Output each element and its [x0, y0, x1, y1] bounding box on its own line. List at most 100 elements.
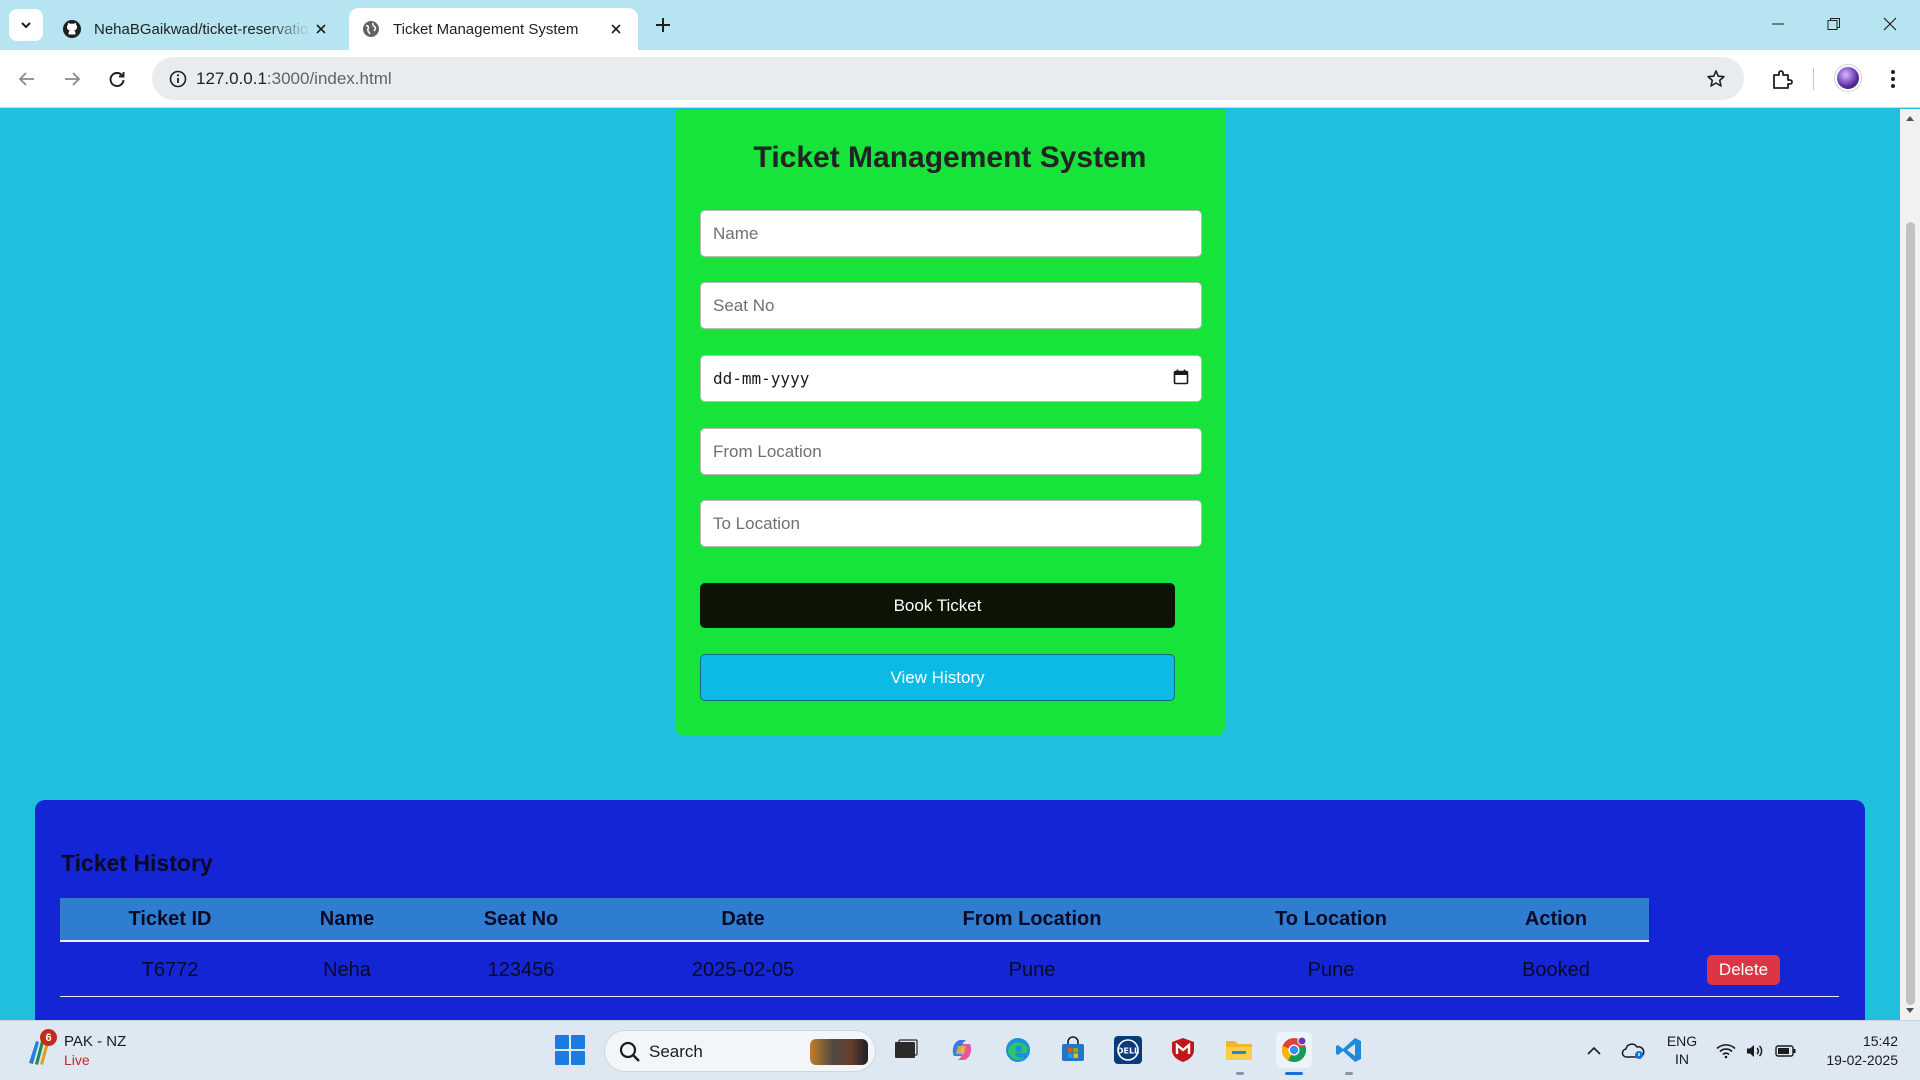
page-viewport: Ticket Management System Name Seat No dd…: [0, 109, 1900, 1020]
more-vertical-icon: [1891, 70, 1895, 88]
from-location-placeholder: From Location: [713, 441, 822, 461]
language-indicator[interactable]: ENG IN: [1664, 1032, 1700, 1068]
system-clock[interactable]: 15:42 19-02-2025: [1812, 1032, 1898, 1070]
wifi-icon[interactable]: [1715, 1021, 1737, 1080]
column-header-to-location: To Location: [1275, 908, 1387, 930]
clock-time: 15:42: [1862, 1033, 1898, 1049]
copilot-icon[interactable]: [944, 1032, 980, 1068]
cell-to-location: Pune: [1307, 959, 1355, 981]
history-table-header: Ticket ID Name Seat No Date From Locatio…: [60, 898, 1649, 942]
minimize-button[interactable]: [1750, 0, 1806, 48]
windows-logo-pane: [571, 1035, 585, 1049]
close-tab-icon[interactable]: [606, 19, 626, 39]
bookmark-star-icon[interactable]: [1702, 65, 1730, 93]
battery-icon[interactable]: [1774, 1021, 1798, 1080]
mcafee-icon[interactable]: [1165, 1032, 1201, 1068]
column-header-date: Date: [721, 908, 765, 930]
restore-button[interactable]: [1806, 0, 1862, 48]
task-view-icon[interactable]: [888, 1032, 924, 1068]
name-input[interactable]: Name: [700, 210, 1202, 257]
reload-button[interactable]: [101, 63, 133, 95]
booking-form-card: Ticket Management System Name Seat No dd…: [675, 109, 1225, 736]
profile-avatar[interactable]: [1835, 65, 1861, 91]
globe-icon: [361, 19, 381, 39]
browser-menu-button[interactable]: [1877, 63, 1909, 95]
show-hidden-icons-icon[interactable]: [1582, 1021, 1606, 1080]
notification-badge: 6: [40, 1029, 57, 1046]
browser-toolbar: 127.0.0.1:3000/index.html: [0, 50, 1920, 108]
to-location-input[interactable]: To Location: [700, 500, 1202, 547]
book-ticket-button[interactable]: Book Ticket: [700, 583, 1175, 628]
taskbar-search[interactable]: Search: [604, 1030, 876, 1072]
forward-button[interactable]: [56, 63, 88, 95]
date-input[interactable]: dd-mm-yyyy: [700, 355, 1202, 402]
region-code: IN: [1675, 1051, 1689, 1067]
history-title: Ticket History: [61, 850, 213, 876]
windows-logo-pane: [555, 1035, 569, 1049]
column-header-from-location: From Location: [962, 908, 1102, 930]
plus-icon: [656, 18, 670, 32]
column-header-ticket-id: Ticket ID: [128, 908, 212, 930]
close-tab-icon[interactable]: [311, 19, 331, 39]
github-icon: [62, 19, 82, 39]
start-button[interactable]: [555, 1035, 585, 1065]
search-highlight-image: [810, 1039, 868, 1065]
search-icon: [619, 1041, 640, 1062]
view-history-button[interactable]: View History: [700, 654, 1175, 701]
calendar-icon[interactable]: [1173, 369, 1189, 389]
date-placeholder: dd-mm-yyyy: [713, 369, 810, 388]
cell-name: Neha: [323, 959, 371, 981]
column-header-action: Action: [1524, 908, 1588, 930]
seat-no-placeholder: Seat No: [713, 295, 775, 315]
from-location-input[interactable]: From Location: [700, 428, 1202, 475]
scroll-up-arrow-icon[interactable]: [1900, 109, 1920, 127]
vscode-icon[interactable]: [1331, 1032, 1367, 1068]
cell-from-location: Pune: [1008, 959, 1056, 981]
store-icon[interactable]: [1055, 1032, 1091, 1068]
scrollbar-thumb[interactable]: [1906, 222, 1915, 1005]
url-text: 127.0.0.1:3000/index.html: [196, 69, 392, 89]
page-title: Ticket Management System: [753, 141, 1147, 174]
extensions-button[interactable]: [1766, 63, 1798, 95]
tab-github[interactable]: NehaBGaikwad/ticket-reservatio: [50, 8, 343, 50]
chrome-icon[interactable]: [1276, 1032, 1312, 1068]
back-button[interactable]: [11, 63, 43, 95]
seat-no-input[interactable]: Seat No: [700, 282, 1202, 329]
url-host: 127.0.0.1: [196, 69, 267, 88]
running-indicator: [1236, 1072, 1244, 1075]
minimize-icon: [1772, 23, 1784, 25]
volume-icon[interactable]: [1744, 1021, 1766, 1080]
new-tab-button[interactable]: [650, 12, 676, 38]
ticket-history-panel: Ticket History Ticket ID Name Seat No Da…: [35, 800, 1865, 1020]
address-bar[interactable]: 127.0.0.1:3000/index.html: [152, 57, 1744, 100]
tab-ticket-management[interactable]: Ticket Management System: [349, 8, 638, 50]
scroll-down-arrow-icon[interactable]: [1900, 1002, 1920, 1020]
dell-icon[interactable]: DELL: [1110, 1032, 1146, 1068]
column-header-name: Name: [319, 908, 375, 930]
to-location-placeholder: To Location: [713, 513, 800, 533]
windows-logo-pane: [571, 1051, 585, 1065]
tab-search-button[interactable]: [9, 9, 43, 41]
delete-button[interactable]: Delete: [1707, 955, 1780, 985]
arrow-left-icon: [18, 72, 34, 86]
page-scrollbar[interactable]: [1900, 109, 1920, 1020]
svg-text:DELL: DELL: [1117, 1047, 1139, 1056]
running-indicator: [1345, 1072, 1353, 1075]
close-window-button[interactable]: [1862, 0, 1918, 48]
restore-icon: [1827, 18, 1840, 30]
file-explorer-icon[interactable]: [1221, 1032, 1257, 1068]
edge-icon[interactable]: [1000, 1032, 1036, 1068]
windows-logo-pane: [555, 1051, 569, 1065]
search-label: Search: [649, 1042, 703, 1061]
active-indicator: [1285, 1072, 1303, 1075]
news-widget[interactable]: 6 PAK - NZ Live: [24, 1029, 164, 1073]
table-row: T6772 Neha 123456 2025-02-05 Pune Pune B…: [60, 944, 1839, 997]
onedrive-icon[interactable]: [1620, 1021, 1646, 1080]
url-path: :3000/index.html: [266, 69, 392, 88]
cell-date: 2025-02-05: [691, 959, 795, 981]
language-code: ENG: [1666, 1033, 1698, 1049]
toolbar-divider: [1813, 68, 1814, 90]
site-info-icon[interactable]: [162, 63, 193, 94]
chevron-down-icon: [21, 22, 31, 29]
name-placeholder: Name: [713, 223, 759, 243]
